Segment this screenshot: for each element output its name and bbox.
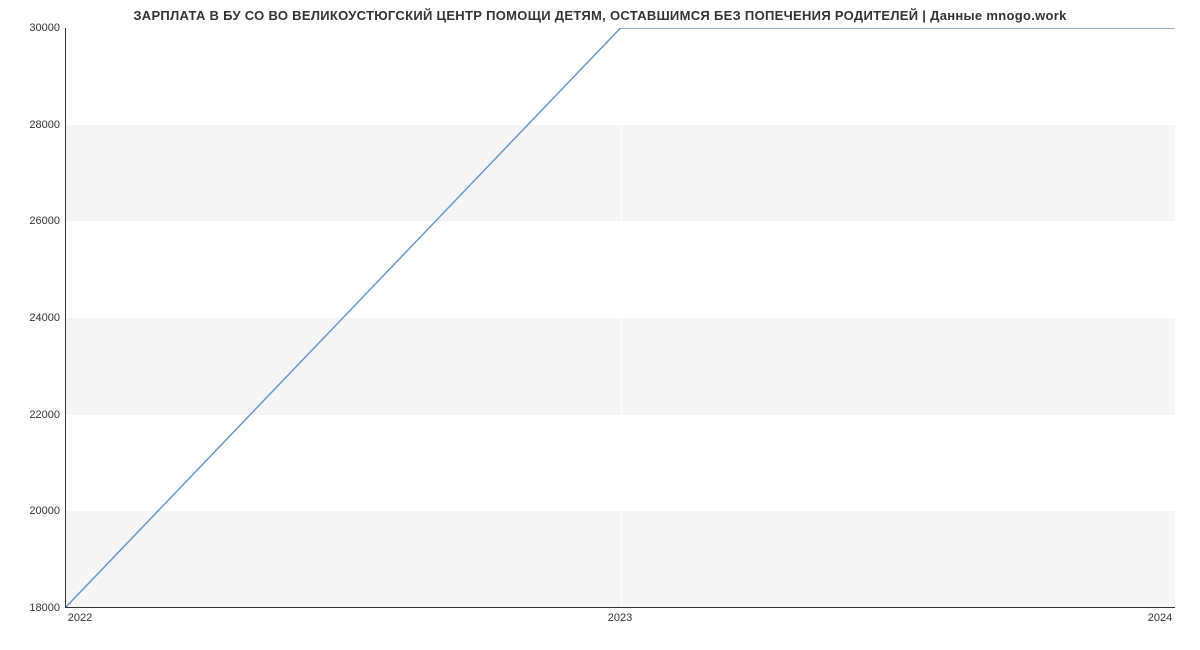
y-tick-label: 20000 — [29, 505, 60, 517]
y-tick-label: 30000 — [29, 22, 60, 34]
grid-line-vertical — [1175, 28, 1176, 607]
grid-line-vertical — [621, 28, 622, 607]
y-tick-label: 26000 — [29, 215, 60, 227]
y-tick-label: 18000 — [29, 602, 60, 614]
chart-container: ЗАРПЛАТА В БУ СО ВО ВЕЛИКОУСТЮГСКИЙ ЦЕНТ… — [0, 0, 1200, 650]
x-tick-label: 2024 — [1148, 612, 1172, 624]
chart-title: ЗАРПЛАТА В БУ СО ВО ВЕЛИКОУСТЮГСКИЙ ЦЕНТ… — [0, 8, 1200, 23]
y-tick-label: 24000 — [29, 312, 60, 324]
plot-area — [65, 28, 1175, 608]
x-tick-label: 2023 — [608, 612, 632, 624]
y-tick-label: 22000 — [29, 409, 60, 421]
x-tick-label: 2022 — [68, 612, 92, 624]
y-tick-label: 28000 — [29, 119, 60, 131]
